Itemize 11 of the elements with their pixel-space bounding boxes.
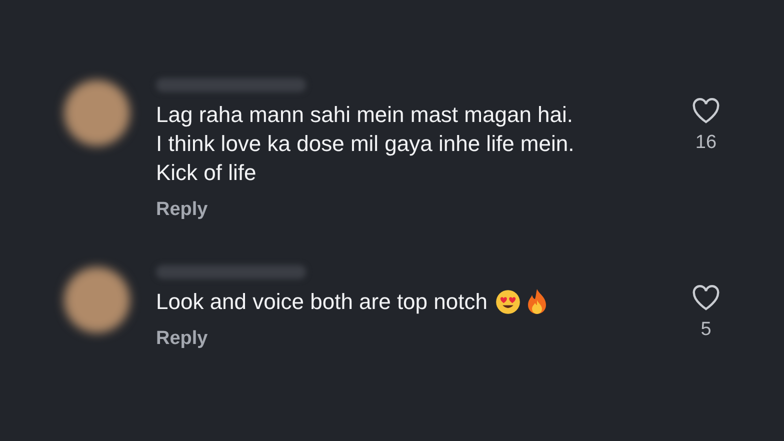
comment-text: Lag raha mann sahi mein mast magan hai. I think love ka dose mil gaya inhe life mein. Kick of life [156, 101, 574, 187]
reply-link[interactable]: Reply [156, 199, 208, 221]
like-count: 16 [695, 132, 717, 154]
heart-icon[interactable] [692, 285, 720, 311]
like-count: 5 [700, 319, 712, 341]
avatar[interactable] [64, 267, 130, 333]
reply-link[interactable]: Reply [156, 328, 208, 350]
heart-eyes-face-icon [495, 288, 522, 314]
comment-text: Look and voice both are top notch [156, 288, 488, 316]
avatar[interactable] [64, 80, 130, 146]
heart-icon[interactable] [692, 98, 720, 124]
